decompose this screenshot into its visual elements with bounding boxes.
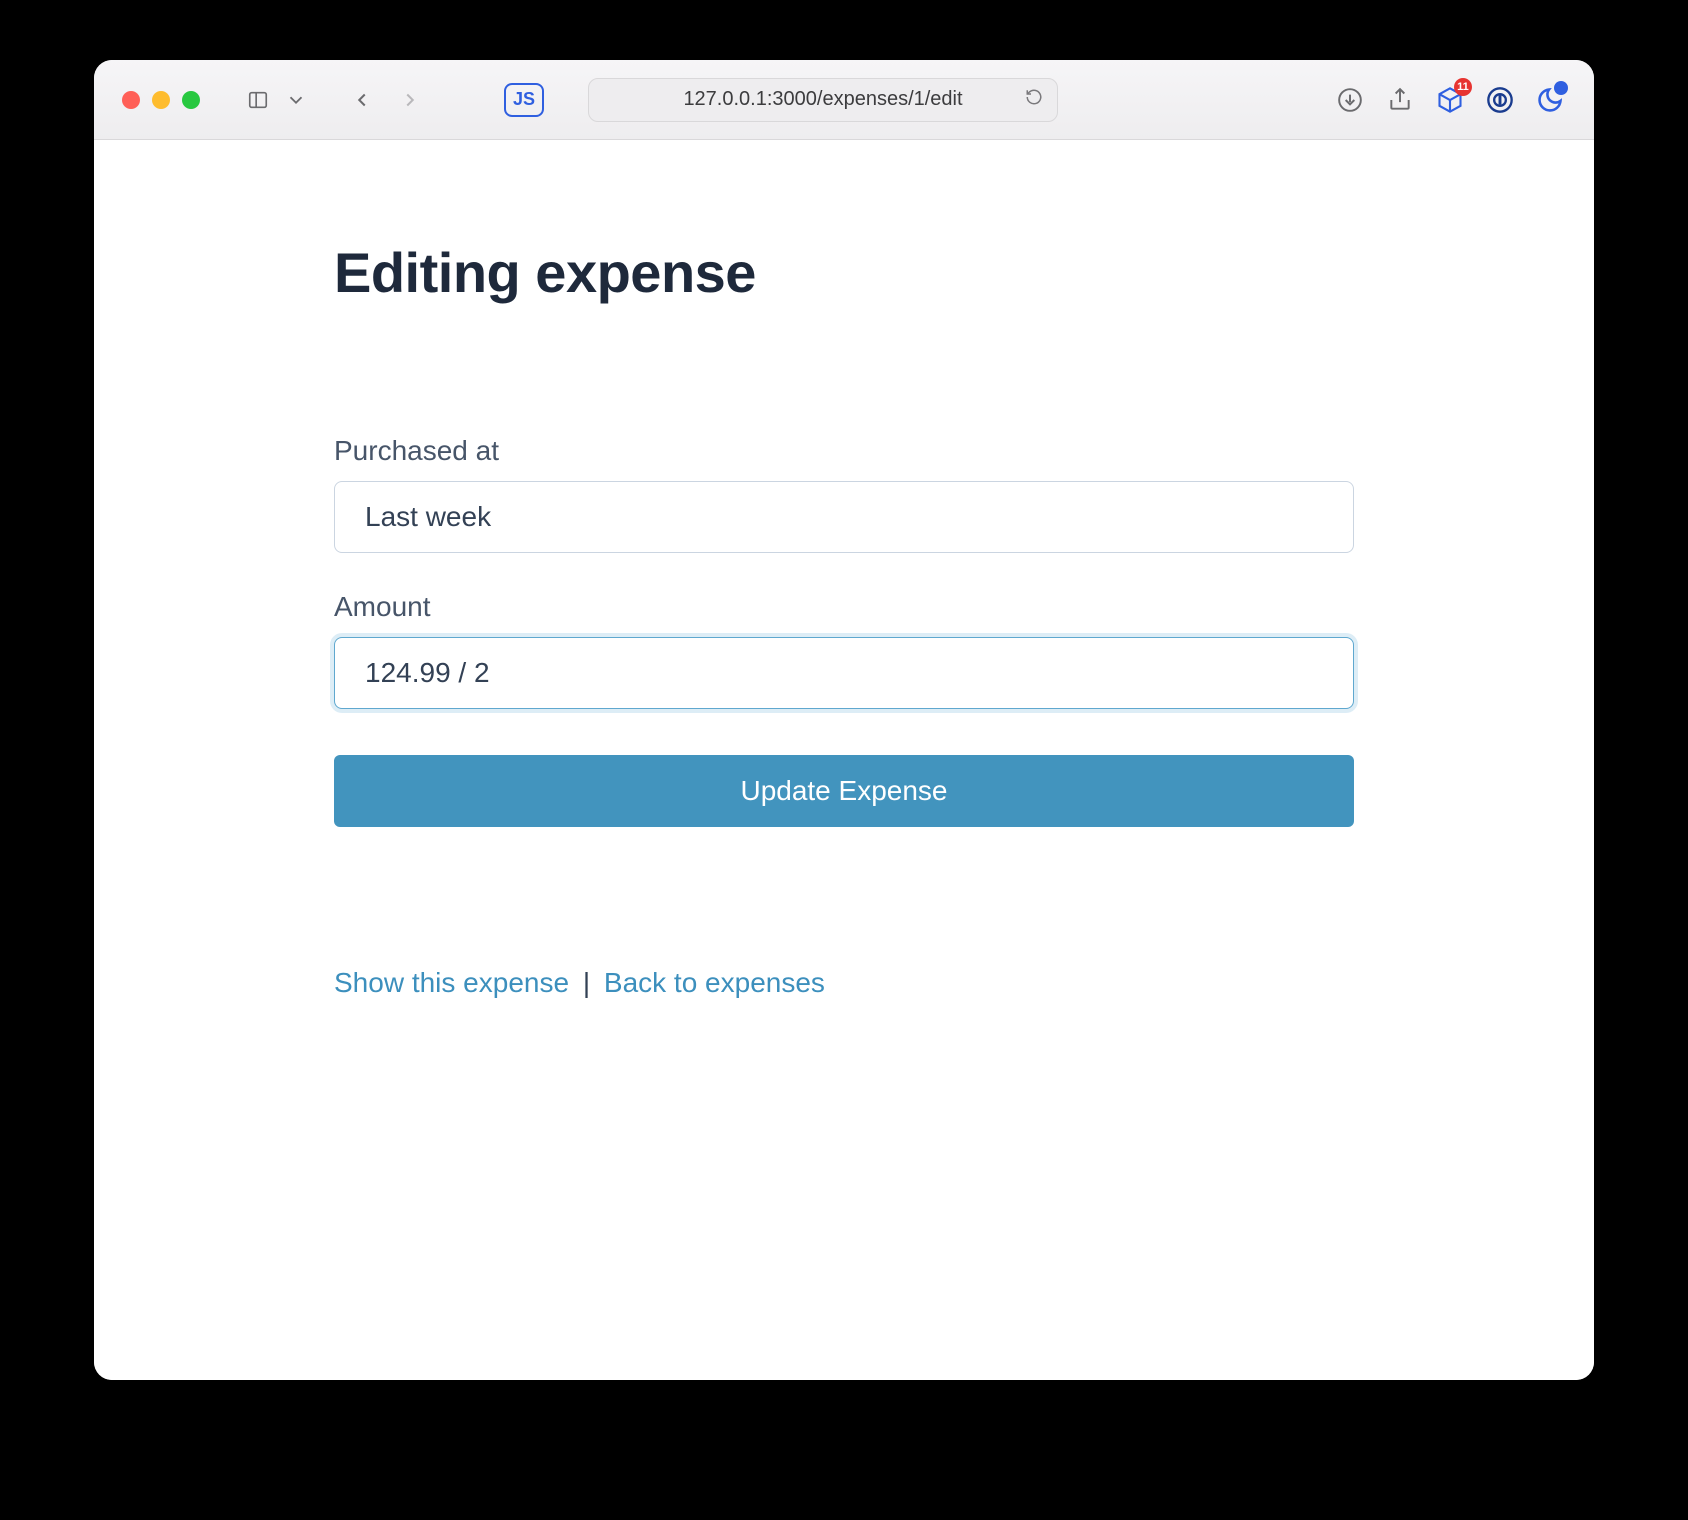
back-button[interactable] — [342, 82, 382, 118]
amount-label: Amount — [334, 591, 1354, 623]
amount-group: Amount — [334, 591, 1354, 709]
toolbar-right: 11 — [1334, 84, 1566, 116]
show-expense-link[interactable]: Show this expense — [334, 967, 569, 998]
reload-icon[interactable] — [1025, 88, 1043, 112]
browser-titlebar: JS 127.0.0.1:3000/expenses/1/edit 11 — [94, 60, 1594, 140]
window-minimize-button[interactable] — [152, 91, 170, 109]
share-icon[interactable] — [1384, 84, 1416, 116]
purchased-at-group: Purchased at — [334, 435, 1354, 553]
purchased-at-field[interactable] — [334, 481, 1354, 553]
window-controls — [122, 91, 200, 109]
forward-button[interactable] — [390, 82, 430, 118]
page-title: Editing expense — [334, 240, 1354, 305]
update-expense-button[interactable]: Update Expense — [334, 755, 1354, 827]
chevron-down-icon[interactable] — [284, 82, 308, 118]
crescent-extension-icon[interactable] — [1534, 84, 1566, 116]
navigation-arrows — [342, 82, 430, 118]
amount-field[interactable] — [334, 637, 1354, 709]
cube-extension-icon[interactable]: 11 — [1434, 84, 1466, 116]
js-extension-badge[interactable]: JS — [504, 83, 544, 117]
sidebar-toggle-group — [238, 82, 308, 118]
page-content: Editing expense Purchased at Amount Upda… — [94, 140, 1594, 1380]
back-to-expenses-link[interactable]: Back to expenses — [604, 967, 825, 998]
sidebar-icon[interactable] — [238, 82, 278, 118]
window-close-button[interactable] — [122, 91, 140, 109]
downloads-icon[interactable] — [1334, 84, 1366, 116]
footer-links: Show this expense | Back to expenses — [334, 967, 1354, 999]
link-separator: | — [583, 967, 590, 998]
extension-badge-count: 11 — [1454, 78, 1472, 96]
window-maximize-button[interactable] — [182, 91, 200, 109]
purchased-at-label: Purchased at — [334, 435, 1354, 467]
onepassword-icon[interactable] — [1484, 84, 1516, 116]
expense-form: Purchased at Amount Update Expense — [334, 435, 1354, 827]
crescent-badge — [1554, 81, 1568, 95]
address-bar[interactable]: 127.0.0.1:3000/expenses/1/edit — [588, 78, 1058, 122]
browser-window: JS 127.0.0.1:3000/expenses/1/edit 11 — [94, 60, 1594, 1380]
url-text: 127.0.0.1:3000/expenses/1/edit — [683, 88, 962, 111]
